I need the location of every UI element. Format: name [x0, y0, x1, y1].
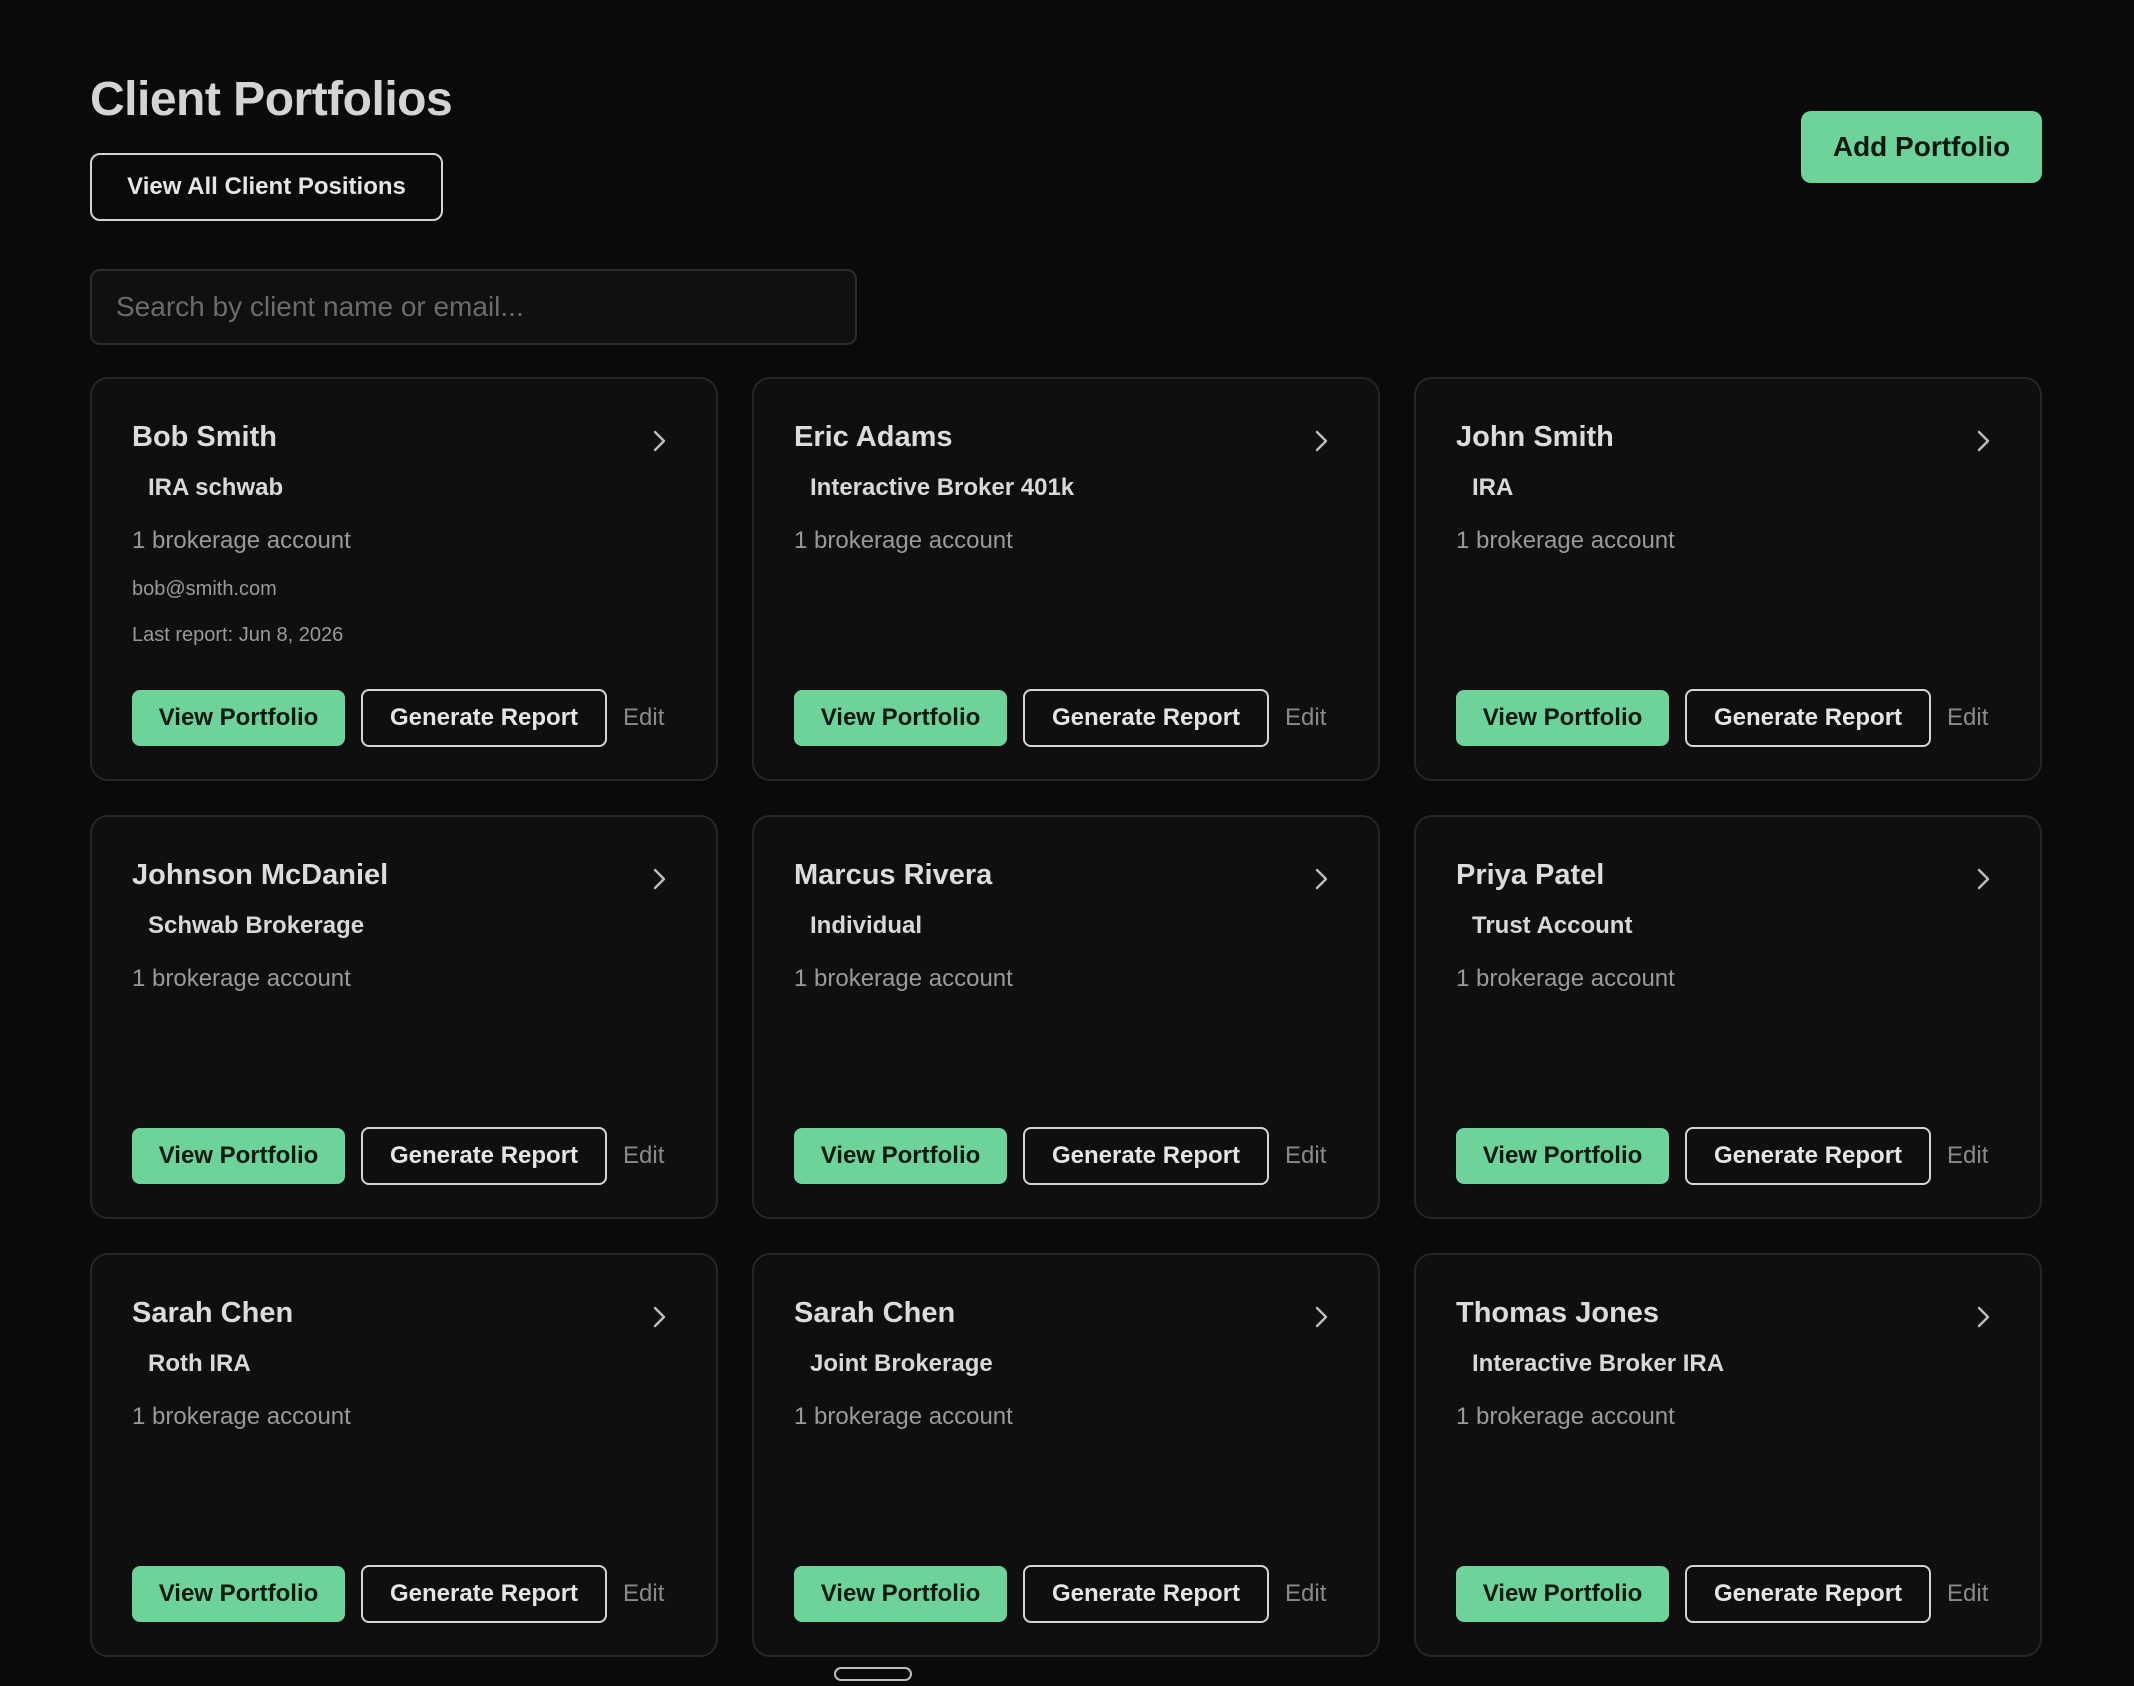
- brokerage-account-count: 1 brokerage account: [132, 965, 351, 992]
- card-actions: View Portfolio Generate Report Edit: [132, 1565, 664, 1623]
- chevron-right-icon[interactable]: [1971, 429, 1995, 453]
- view-portfolio-button[interactable]: View Portfolio: [1456, 690, 1669, 746]
- client-name: Sarah Chen: [132, 1297, 294, 1329]
- account-name: IRA schwab: [148, 474, 284, 501]
- account-name: Trust Account: [1472, 912, 1633, 939]
- edit-link[interactable]: Edit: [623, 704, 664, 732]
- generate-report-button[interactable]: Generate Report: [1685, 1127, 1931, 1185]
- generate-report-button[interactable]: Generate Report: [1685, 1565, 1931, 1623]
- portfolio-card[interactable]: Johnson McDaniel Schwab Brokerage 1 brok…: [90, 815, 718, 1219]
- brokerage-account-count: 1 brokerage account: [132, 527, 351, 554]
- client-name: Sarah Chen: [794, 1297, 956, 1329]
- client-name: Thomas Jones: [1456, 1297, 1660, 1329]
- brokerage-account-count: 1 brokerage account: [132, 1403, 351, 1430]
- generate-report-button[interactable]: Generate Report: [1023, 689, 1269, 747]
- brokerage-account-count: 1 brokerage account: [794, 965, 1013, 992]
- page-title: Client Portfolios: [90, 73, 453, 126]
- search-input[interactable]: [90, 269, 857, 345]
- edit-link[interactable]: Edit: [1947, 1580, 1988, 1608]
- view-portfolio-button[interactable]: View Portfolio: [794, 1128, 1007, 1184]
- card-actions: View Portfolio Generate Report Edit: [794, 689, 1326, 747]
- account-name: Interactive Broker 401k: [810, 474, 1075, 501]
- card-actions: View Portfolio Generate Report Edit: [794, 1127, 1326, 1185]
- portfolio-card[interactable]: Sarah Chen Joint Brokerage 1 brokerage a…: [752, 1253, 1380, 1657]
- client-name: Johnson McDaniel: [132, 859, 389, 891]
- chevron-right-icon[interactable]: [647, 867, 671, 891]
- client-name: Marcus Rivera: [794, 859, 993, 891]
- card-actions: View Portfolio Generate Report Edit: [132, 1127, 664, 1185]
- portfolio-card[interactable]: Bob Smith IRA schwab 1 brokerage account…: [90, 377, 718, 781]
- brokerage-account-count: 1 brokerage account: [794, 1403, 1013, 1430]
- view-portfolio-button[interactable]: View Portfolio: [794, 690, 1007, 746]
- view-portfolio-button[interactable]: View Portfolio: [132, 1128, 345, 1184]
- portfolio-card[interactable]: Thomas Jones Interactive Broker IRA 1 br…: [1414, 1253, 2042, 1657]
- add-portfolio-button[interactable]: Add Portfolio: [1801, 111, 2042, 183]
- chevron-right-icon[interactable]: [1309, 867, 1333, 891]
- chevron-right-icon[interactable]: [647, 1305, 671, 1329]
- client-name: Eric Adams: [794, 421, 953, 453]
- generate-report-button[interactable]: Generate Report: [361, 1127, 607, 1185]
- brokerage-account-count: 1 brokerage account: [1456, 1403, 1675, 1430]
- card-actions: View Portfolio Generate Report Edit: [1456, 689, 1988, 747]
- view-portfolio-button[interactable]: View Portfolio: [132, 1566, 345, 1622]
- generate-report-button[interactable]: Generate Report: [1023, 1127, 1269, 1185]
- portfolio-card[interactable]: Eric Adams Interactive Broker 401k 1 bro…: [752, 377, 1380, 781]
- portfolio-card[interactable]: Sarah Chen Roth IRA 1 brokerage account …: [90, 1253, 718, 1657]
- view-portfolio-button[interactable]: View Portfolio: [1456, 1128, 1669, 1184]
- card-actions: View Portfolio Generate Report Edit: [132, 689, 664, 747]
- client-name: Priya Patel: [1456, 859, 1605, 891]
- chevron-right-icon[interactable]: [1309, 429, 1333, 453]
- last-report-date: Last report: Jun 8, 2026: [132, 624, 344, 646]
- edit-link[interactable]: Edit: [1285, 1580, 1326, 1608]
- edit-link[interactable]: Edit: [1947, 1142, 1988, 1170]
- account-name: Individual: [810, 912, 923, 939]
- chevron-right-icon[interactable]: [1971, 1305, 1995, 1329]
- account-name: Roth IRA: [148, 1350, 251, 1377]
- generate-report-button[interactable]: Generate Report: [361, 1565, 607, 1623]
- chevron-right-icon[interactable]: [1971, 867, 1995, 891]
- view-portfolio-button[interactable]: View Portfolio: [794, 1566, 1007, 1622]
- client-name: John Smith: [1456, 421, 1614, 453]
- edit-link[interactable]: Edit: [623, 1142, 664, 1170]
- account-name: Joint Brokerage: [810, 1350, 993, 1377]
- brokerage-account-count: 1 brokerage account: [794, 527, 1013, 554]
- chevron-right-icon[interactable]: [647, 429, 671, 453]
- card-actions: View Portfolio Generate Report Edit: [1456, 1127, 1988, 1185]
- account-name: Interactive Broker IRA: [1472, 1350, 1725, 1377]
- account-name: IRA: [1472, 474, 1514, 501]
- portfolio-card-grid: Bob Smith IRA schwab 1 brokerage account…: [90, 377, 2042, 1657]
- card-actions: View Portfolio Generate Report Edit: [794, 1565, 1326, 1623]
- portfolio-card[interactable]: Priya Patel Trust Account 1 brokerage ac…: [1414, 815, 2042, 1219]
- card-actions: View Portfolio Generate Report Edit: [1456, 1565, 1988, 1623]
- view-portfolio-button[interactable]: View Portfolio: [1456, 1566, 1669, 1622]
- portfolio-card[interactable]: Marcus Rivera Individual 1 brokerage acc…: [752, 815, 1380, 1219]
- edit-link[interactable]: Edit: [1285, 1142, 1326, 1170]
- client-email: bob@smith.com: [132, 578, 277, 600]
- account-name: Schwab Brokerage: [148, 912, 365, 939]
- scroll-indicator[interactable]: [834, 1667, 912, 1681]
- generate-report-button[interactable]: Generate Report: [361, 689, 607, 747]
- view-all-client-positions-button[interactable]: View All Client Positions: [90, 153, 443, 221]
- generate-report-button[interactable]: Generate Report: [1685, 689, 1931, 747]
- edit-link[interactable]: Edit: [1285, 704, 1326, 732]
- client-portfolios-page: Client Portfolios View All Client Positi…: [0, 0, 2134, 1686]
- generate-report-button[interactable]: Generate Report: [1023, 1565, 1269, 1623]
- edit-link[interactable]: Edit: [623, 1580, 664, 1608]
- edit-link[interactable]: Edit: [1947, 704, 1988, 732]
- brokerage-account-count: 1 brokerage account: [1456, 527, 1675, 554]
- portfolio-card[interactable]: John Smith IRA 1 brokerage account View …: [1414, 377, 2042, 781]
- brokerage-account-count: 1 brokerage account: [1456, 965, 1675, 992]
- chevron-right-icon[interactable]: [1309, 1305, 1333, 1329]
- client-name: Bob Smith: [132, 421, 277, 453]
- view-portfolio-button[interactable]: View Portfolio: [132, 690, 345, 746]
